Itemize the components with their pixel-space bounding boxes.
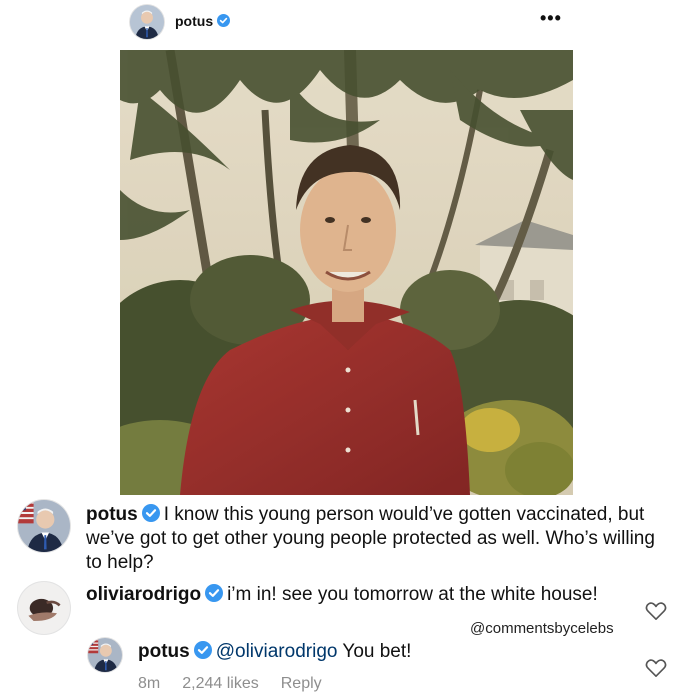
comment-avatar[interactable] [18,582,70,634]
like-heart-icon[interactable] [645,658,667,678]
reply: potus @oliviarodrigo You bet! [138,640,411,664]
caption-text: I know this young person would’ve gotten… [86,504,655,573]
reply-meta: 8m 2,244 likes Reply [138,675,344,693]
verified-badge-icon [205,584,224,603]
reply-avatar[interactable] [88,638,122,672]
post-caption: potus I know this young person would’ve … [86,503,676,575]
comment: oliviarodrigo i’m in! see you tomorrow a… [86,583,606,607]
header-username[interactable]: potus [175,13,231,29]
like-heart-icon[interactable] [645,601,667,621]
more-options-icon[interactable]: ••• [540,8,562,29]
reply-button[interactable]: Reply [281,675,322,692]
post-photo [120,50,573,495]
caption-username[interactable]: potus [86,504,138,525]
watermark: @commentsbycelebs [470,620,614,637]
verified-badge-icon [217,14,231,28]
comment-text: i’m in! see you tomorrow at the white ho… [227,584,598,605]
comment-username[interactable]: oliviarodrigo [86,584,201,605]
header-avatar[interactable] [130,5,164,39]
verified-badge-icon [193,641,212,660]
reply-likes-count[interactable]: 2,244 likes [182,675,259,692]
reply-time: 8m [138,675,161,692]
caption-avatar[interactable] [18,500,70,552]
verified-badge-icon [141,504,160,523]
reply-mention-link[interactable]: @oliviarodrigo [216,641,338,662]
reply-text: You bet! [342,641,412,662]
header-username-label[interactable]: potus [175,13,213,29]
reply-username[interactable]: potus [138,641,190,662]
